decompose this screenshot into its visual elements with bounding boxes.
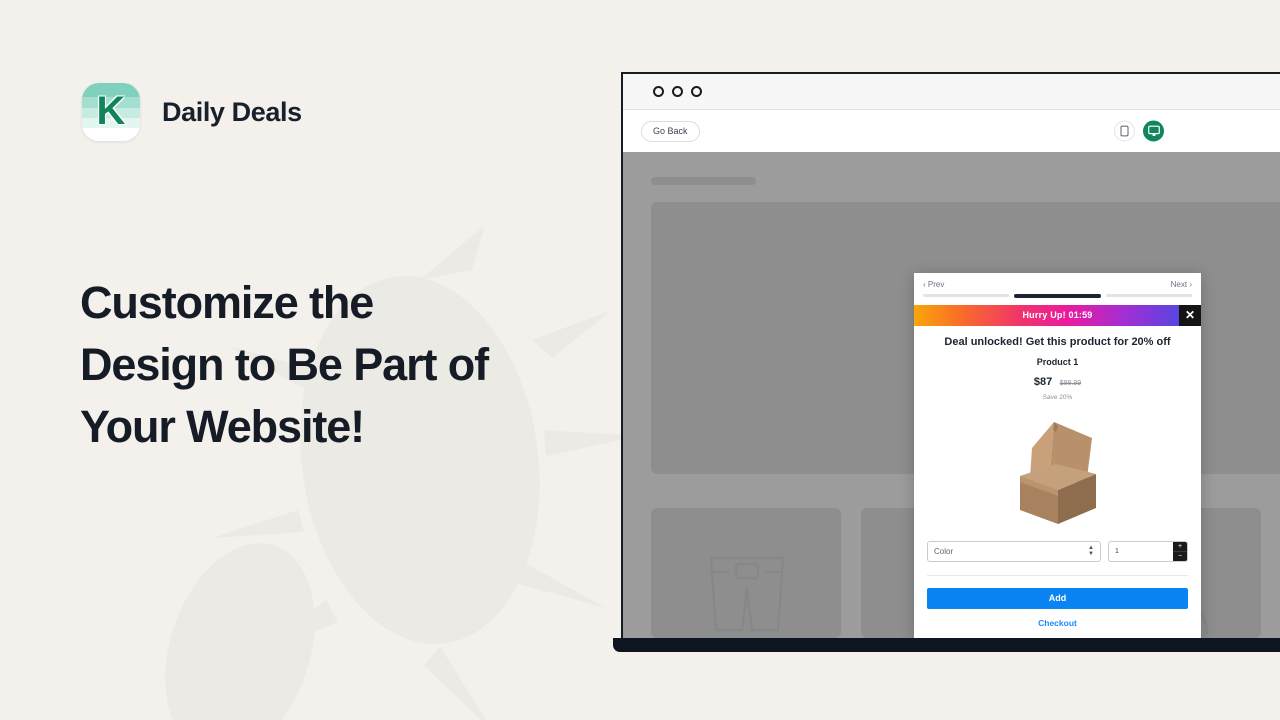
browser-titlebar — [623, 74, 1280, 110]
window-dot-maximize[interactable] — [691, 86, 702, 97]
logo-letter: K — [96, 88, 126, 133]
checkout-link[interactable]: Checkout — [914, 609, 1201, 639]
mobile-glyph — [1120, 125, 1129, 137]
laptop-base — [613, 638, 1280, 652]
color-select[interactable]: Color ▲ ▼ — [927, 540, 1101, 562]
browser-window: Go Back ‹ Prev Next › Hurry Up! 01:59 ✕ … — [621, 72, 1280, 638]
editor-toolbar: Go Back — [623, 110, 1280, 152]
device-toggle-group — [1114, 120, 1164, 142]
popup-step-nav: ‹ Prev Next › — [914, 273, 1201, 289]
window-dot-minimize[interactable] — [672, 86, 683, 97]
step-segment-1[interactable] — [923, 294, 1010, 297]
step-indicator — [914, 289, 1201, 305]
quantity-decrement-button[interactable]: − — [1173, 551, 1187, 561]
brand-row: K Daily Deals — [82, 83, 302, 141]
product-compare-price: $98.99 — [1059, 379, 1082, 387]
add-button[interactable]: Add — [927, 587, 1188, 609]
website-preview: ‹ Prev Next › Hurry Up! 01:59 ✕ Deal unl… — [623, 152, 1280, 638]
deal-popup: ‹ Prev Next › Hurry Up! 01:59 ✕ Deal unl… — [914, 273, 1201, 638]
headline-line-1: Customize the — [80, 277, 374, 328]
color-select-value: Color — [934, 546, 954, 556]
page-title: Customize the Design to Be Part of Your … — [80, 272, 600, 458]
app-logo: K — [82, 83, 140, 141]
quantity-increment-button[interactable]: + — [1173, 541, 1187, 552]
window-dot-close[interactable] — [653, 86, 664, 97]
next-button[interactable]: Next › — [1171, 280, 1192, 289]
deal-headline: Deal unlocked! Get this product for 20% … — [944, 335, 1171, 348]
product-price: $87 — [1033, 375, 1053, 388]
chevron-updown-icon: ▲ ▼ — [1088, 544, 1094, 557]
cardboard-box-icon — [1019, 421, 1096, 524]
prev-button[interactable]: ‹ Prev — [923, 280, 944, 289]
popup-divider — [927, 574, 1188, 576]
countdown-text: Hurry Up! 01:59 — [1022, 310, 1093, 320]
product-image — [914, 409, 1201, 527]
desktop-glyph — [1147, 125, 1160, 136]
step-segment-3[interactable] — [1105, 294, 1192, 297]
brand-title: Daily Deals — [162, 96, 302, 127]
mobile-view-icon[interactable] — [1114, 120, 1135, 142]
countdown-banner: Hurry Up! 01:59 ✕ — [914, 304, 1201, 326]
product-savings: Save 20% — [1042, 393, 1073, 401]
quantity-stepper[interactable]: 1 + − — [1108, 540, 1188, 562]
headline-line-3: Your Website! — [80, 401, 365, 452]
quantity-input[interactable]: 1 — [1109, 542, 1173, 561]
product-price-row: $87 $98.99 — [914, 372, 1201, 390]
laptop-mockup: Go Back ‹ Prev Next › Hurry Up! 01:59 ✕ … — [613, 72, 1280, 652]
quantity-buttons: + − — [1173, 541, 1187, 561]
close-icon[interactable]: ✕ — [1179, 304, 1201, 326]
go-back-button[interactable]: Go Back — [641, 120, 700, 142]
product-name: Product 1 — [1036, 356, 1079, 367]
step-segment-2[interactable] — [1014, 293, 1101, 298]
slide-canvas: K Daily Deals Customize the Design to Be… — [0, 0, 1280, 720]
desktop-view-icon[interactable] — [1143, 120, 1164, 142]
product-options: Color ▲ ▼ 1 + − — [914, 527, 1201, 562]
headline-line-2: Design to Be Part of — [80, 339, 489, 390]
